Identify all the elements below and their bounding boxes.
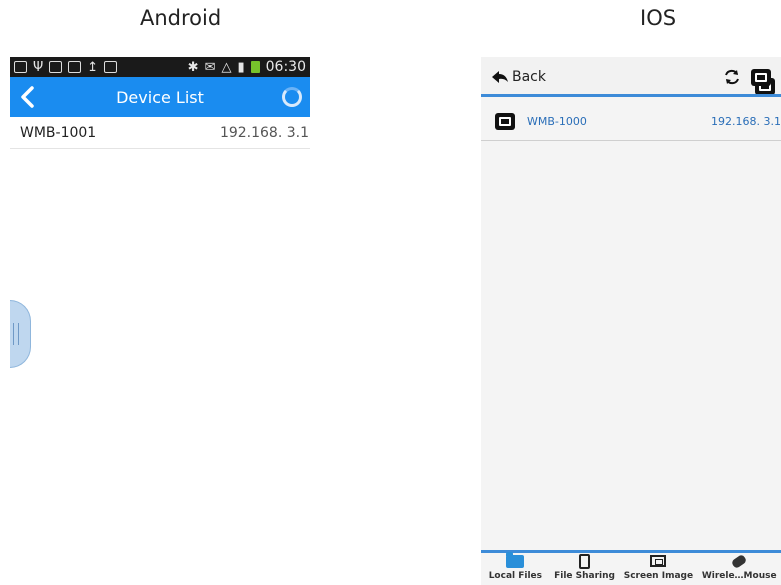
refresh-spinner-icon[interactable] bbox=[282, 87, 302, 107]
notification-icon bbox=[14, 61, 27, 73]
back-arrow-icon bbox=[492, 71, 508, 83]
tab-wireless-mouse[interactable]: Wirele…Mouse bbox=[702, 553, 777, 581]
device-list-item[interactable]: WMB-1001 192.168. 3.1 bbox=[10, 117, 310, 149]
tab-label: Local Files bbox=[488, 571, 543, 581]
tab-label: Wirele…Mouse bbox=[701, 571, 777, 581]
wifi-icon: △ bbox=[221, 59, 232, 75]
usb-icon: Ψ bbox=[33, 59, 44, 75]
device-ip: 192.168. 3.1 bbox=[219, 124, 309, 141]
image-icon bbox=[104, 61, 118, 73]
device-list-area bbox=[481, 141, 781, 550]
device-settings-icon[interactable] bbox=[751, 68, 771, 86]
ios-screen: Back WMB-1000 192.168. 3.1 Local Files F bbox=[481, 57, 781, 585]
android-screen: Ψ ↥ ✱ ✉ △ ▮ 06:30 Device List WMB-1001 1… bbox=[10, 57, 310, 585]
ios-heading: IOS bbox=[640, 6, 677, 30]
screen-image-icon bbox=[650, 555, 667, 567]
sim-icon bbox=[68, 61, 82, 73]
file-sharing-icon bbox=[579, 553, 591, 569]
device-list-item[interactable]: WMB-1000 192.168. 3.1 bbox=[481, 103, 781, 141]
android-app-bar: Device List bbox=[10, 77, 310, 117]
tab-label: Screen Image bbox=[623, 571, 694, 581]
ios-nav-bar: Back bbox=[481, 57, 781, 97]
android-status-bar: Ψ ↥ ✱ ✉ △ ▮ 06:30 bbox=[10, 57, 310, 77]
tab-file-sharing[interactable]: File Sharing bbox=[554, 553, 615, 581]
bluetooth-icon: ✱ bbox=[187, 59, 199, 75]
device-ip: 192.168. 3.1 bbox=[711, 115, 781, 128]
folder-icon bbox=[506, 551, 525, 568]
page-title: Device List bbox=[116, 87, 204, 107]
tab-label: File Sharing bbox=[554, 571, 615, 581]
tab-screen-image[interactable]: Screen Image bbox=[624, 553, 693, 581]
android-heading: Android bbox=[140, 6, 222, 30]
signal-icon: ▮ bbox=[237, 59, 245, 75]
tab-bar: Local Files File Sharing Screen Image Wi… bbox=[481, 550, 781, 585]
back-button[interactable]: Back bbox=[491, 69, 546, 85]
battery-icon bbox=[250, 61, 260, 73]
grip-icon bbox=[13, 323, 19, 345]
device-name: WMB-1000 bbox=[527, 115, 587, 128]
upload-icon: ↥ bbox=[87, 59, 99, 75]
mute-icon: ✉ bbox=[204, 59, 216, 75]
tab-local-files[interactable]: Local Files bbox=[485, 551, 545, 581]
refresh-icon[interactable] bbox=[723, 68, 741, 86]
back-label: Back bbox=[512, 69, 546, 85]
back-chevron-icon[interactable] bbox=[18, 85, 38, 109]
app-icon bbox=[49, 61, 63, 73]
device-icon bbox=[495, 113, 515, 130]
device-name: WMB-1001 bbox=[20, 124, 97, 141]
wireless-mouse-icon bbox=[730, 553, 748, 569]
status-time: 06:30 bbox=[265, 59, 306, 75]
side-drawer-handle[interactable] bbox=[10, 300, 31, 368]
